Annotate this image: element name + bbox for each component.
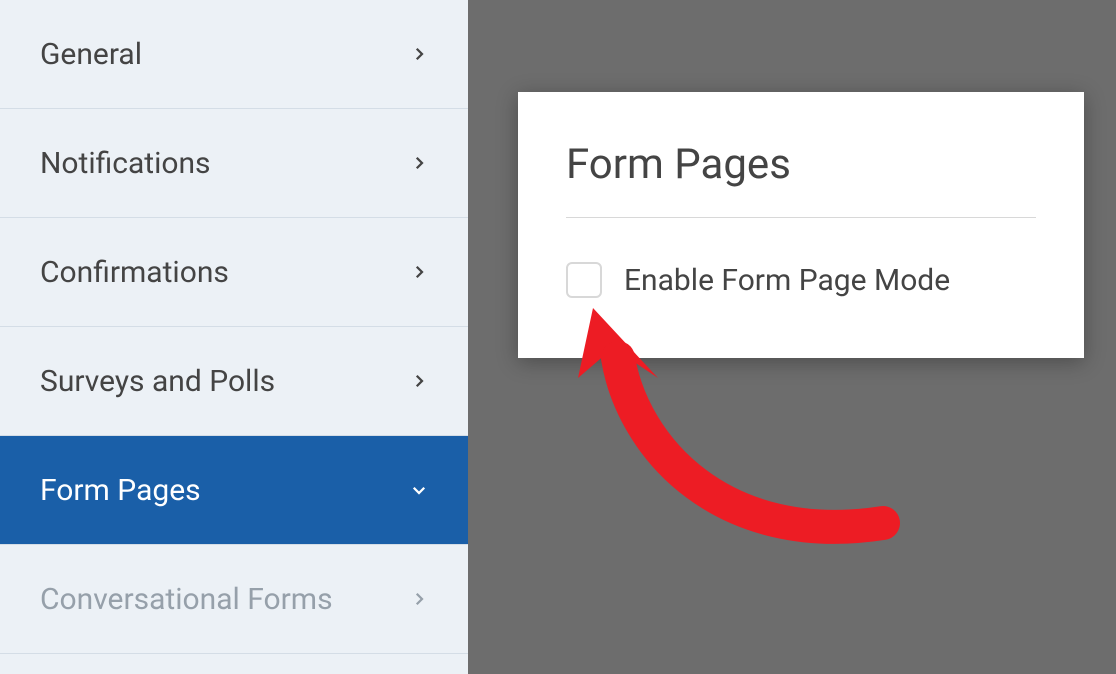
sidebar-item-confirmations[interactable]: Confirmations	[0, 218, 468, 327]
sidebar-item-label: Confirmations	[40, 255, 229, 290]
enable-form-page-mode-label: Enable Form Page Mode	[624, 263, 950, 298]
chevron-right-icon	[410, 590, 428, 608]
sidebar-item-general[interactable]: General	[0, 0, 468, 109]
chevron-right-icon	[410, 45, 428, 63]
sidebar-item-notifications[interactable]: Notifications	[0, 109, 468, 218]
chevron-down-icon	[410, 481, 428, 499]
sidebar-item-label: Notifications	[40, 146, 211, 181]
enable-form-page-mode-row: Enable Form Page Mode	[566, 262, 1036, 298]
sidebar-item-label: Surveys and Polls	[40, 364, 275, 399]
sidebar-item-label: General	[40, 37, 142, 72]
panel-title: Form Pages	[566, 140, 1036, 218]
sidebar-item-form-pages[interactable]: Form Pages	[0, 436, 468, 545]
chevron-right-icon	[410, 154, 428, 172]
form-pages-panel: Form Pages Enable Form Page Mode	[518, 92, 1084, 358]
enable-form-page-mode-checkbox[interactable]	[566, 262, 602, 298]
sidebar-item-surveys-polls[interactable]: Surveys and Polls	[0, 327, 468, 436]
sidebar-item-conversational-forms[interactable]: Conversational Forms	[0, 545, 468, 654]
content-area: Form Pages Enable Form Page Mode	[468, 0, 1116, 674]
chevron-right-icon	[410, 372, 428, 390]
settings-sidebar: General Notifications Confirmations Surv…	[0, 0, 468, 674]
chevron-right-icon	[410, 263, 428, 281]
sidebar-item-label: Conversational Forms	[40, 582, 333, 617]
sidebar-item-label: Form Pages	[40, 473, 201, 508]
